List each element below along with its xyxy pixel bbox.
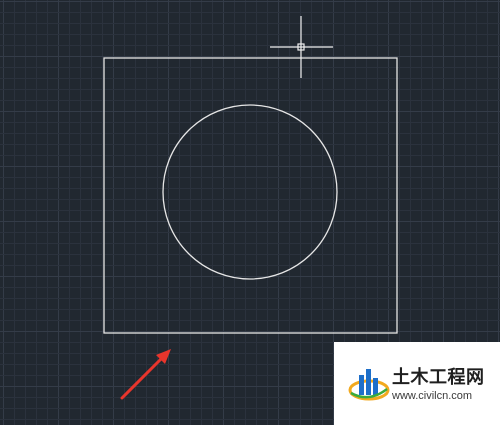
- civilcn-logo-icon: [348, 369, 390, 401]
- square-shape[interactable]: [103, 57, 398, 334]
- watermark-title: 土木工程网: [392, 367, 485, 388]
- circle-shape[interactable]: [162, 104, 338, 280]
- crosshair-cursor-icon: [270, 16, 333, 78]
- watermark-panel: 土木工程网 www.civilcn.com: [334, 342, 500, 425]
- watermark-url: www.civilcn.com: [392, 390, 473, 402]
